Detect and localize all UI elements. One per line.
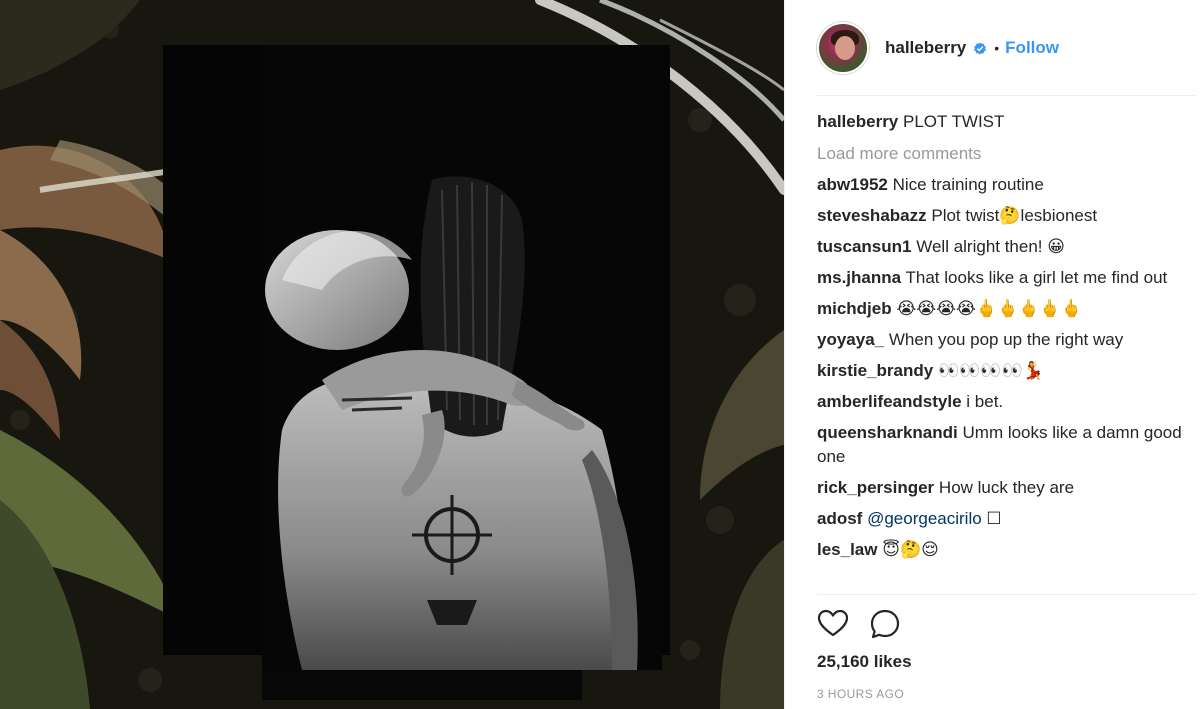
comment-username[interactable]: kirstie_brandy bbox=[817, 361, 933, 380]
comment-username[interactable]: amberlifeandstyle bbox=[817, 392, 962, 411]
comment-text: Well alright then! 😀 bbox=[916, 237, 1065, 256]
comment-text: 👀👀👀👀💃 bbox=[937, 361, 1044, 380]
embrace-photo bbox=[265, 176, 638, 670]
comment-username[interactable]: ms.jhanna bbox=[817, 268, 901, 287]
likes-count[interactable]: 25,160 likes bbox=[817, 652, 912, 672]
comment: rick_persinger How luck they are bbox=[817, 476, 1187, 500]
comment-text: Nice training routine bbox=[892, 175, 1044, 194]
actions-divider bbox=[817, 594, 1197, 595]
load-more-comments-button[interactable]: Load more comments bbox=[817, 142, 1187, 166]
caption: halleberry PLOT TWIST bbox=[817, 110, 1187, 134]
heart-icon[interactable] bbox=[817, 608, 849, 640]
avatar[interactable] bbox=[817, 22, 869, 74]
comment: kirstie_brandy 👀👀👀👀💃 bbox=[817, 359, 1187, 383]
comment-text: ☐ bbox=[986, 509, 1002, 528]
caption-username[interactable]: halleberry bbox=[817, 112, 898, 131]
comment-username[interactable]: yoyaya_ bbox=[817, 330, 884, 349]
post-actions bbox=[817, 608, 901, 640]
comment-text: How luck they are bbox=[938, 478, 1075, 497]
comment: les_law 😇🤔😌 bbox=[817, 538, 1187, 562]
comment-username[interactable]: abw1952 bbox=[817, 175, 888, 194]
avatar-face bbox=[835, 36, 855, 60]
comment: steveshabazz Plot twist🤔lesbionest bbox=[817, 204, 1187, 228]
post-sidebar: halleberry • Follow halleberry PLOT TWIS… bbox=[784, 0, 1201, 709]
separator-dot: • bbox=[994, 40, 1000, 56]
comment: queensharknandi Umm looks like a damn go… bbox=[817, 421, 1187, 469]
photo-frame-bottom bbox=[262, 670, 582, 700]
header-divider bbox=[817, 95, 1197, 96]
comment-mention-link[interactable]: @georgeacirilo bbox=[867, 509, 982, 528]
post-photo[interactable] bbox=[0, 0, 784, 709]
comment-username[interactable]: les_law bbox=[817, 540, 878, 559]
comment-bubble-icon[interactable] bbox=[869, 608, 901, 640]
comment: amberlifeandstyle i bet. bbox=[817, 390, 1187, 414]
comment: ms.jhanna That looks like a girl let me … bbox=[817, 266, 1187, 290]
comment-text: When you pop up the right way bbox=[888, 330, 1124, 349]
comment-text: 😇🤔😌 bbox=[882, 540, 939, 559]
comment-username[interactable]: michdjeb bbox=[817, 299, 892, 318]
verified-badge-icon bbox=[974, 42, 987, 54]
comment-username[interactable]: rick_persinger bbox=[817, 478, 934, 497]
comment-username[interactable]: steveshabazz bbox=[817, 206, 927, 225]
comment-username[interactable]: adosf bbox=[817, 509, 862, 528]
post-header: halleberry • Follow bbox=[785, 0, 1201, 96]
comment: michdjeb 😭😭😭😭🖕🖕🖕🖕🖕 bbox=[817, 297, 1187, 321]
comment-username[interactable]: tuscansun1 bbox=[817, 237, 911, 256]
follow-button[interactable]: Follow bbox=[1005, 38, 1059, 58]
comment: abw1952 Nice training routine bbox=[817, 173, 1187, 197]
author-username[interactable]: halleberry bbox=[885, 38, 966, 58]
comment: tuscansun1 Well alright then! 😀 bbox=[817, 235, 1187, 259]
comment-text: That looks like a girl let me find out bbox=[905, 268, 1168, 287]
caption-text: PLOT TWIST bbox=[903, 112, 1005, 131]
comment: adosf @georgeacirilo ☐ bbox=[817, 507, 1187, 531]
comment-username[interactable]: queensharknandi bbox=[817, 423, 958, 442]
comments-list[interactable]: halleberry PLOT TWIST Load more comments… bbox=[817, 110, 1187, 594]
comment-text: i bet. bbox=[966, 392, 1004, 411]
comment-text: 😭😭😭😭🖕🖕🖕🖕🖕 bbox=[896, 299, 1082, 318]
post-timestamp[interactable]: 3 HOURS AGO bbox=[817, 687, 904, 701]
comment: yoyaya_ When you pop up the right way bbox=[817, 328, 1187, 352]
comment-text: Plot twist🤔lesbionest bbox=[931, 206, 1098, 225]
